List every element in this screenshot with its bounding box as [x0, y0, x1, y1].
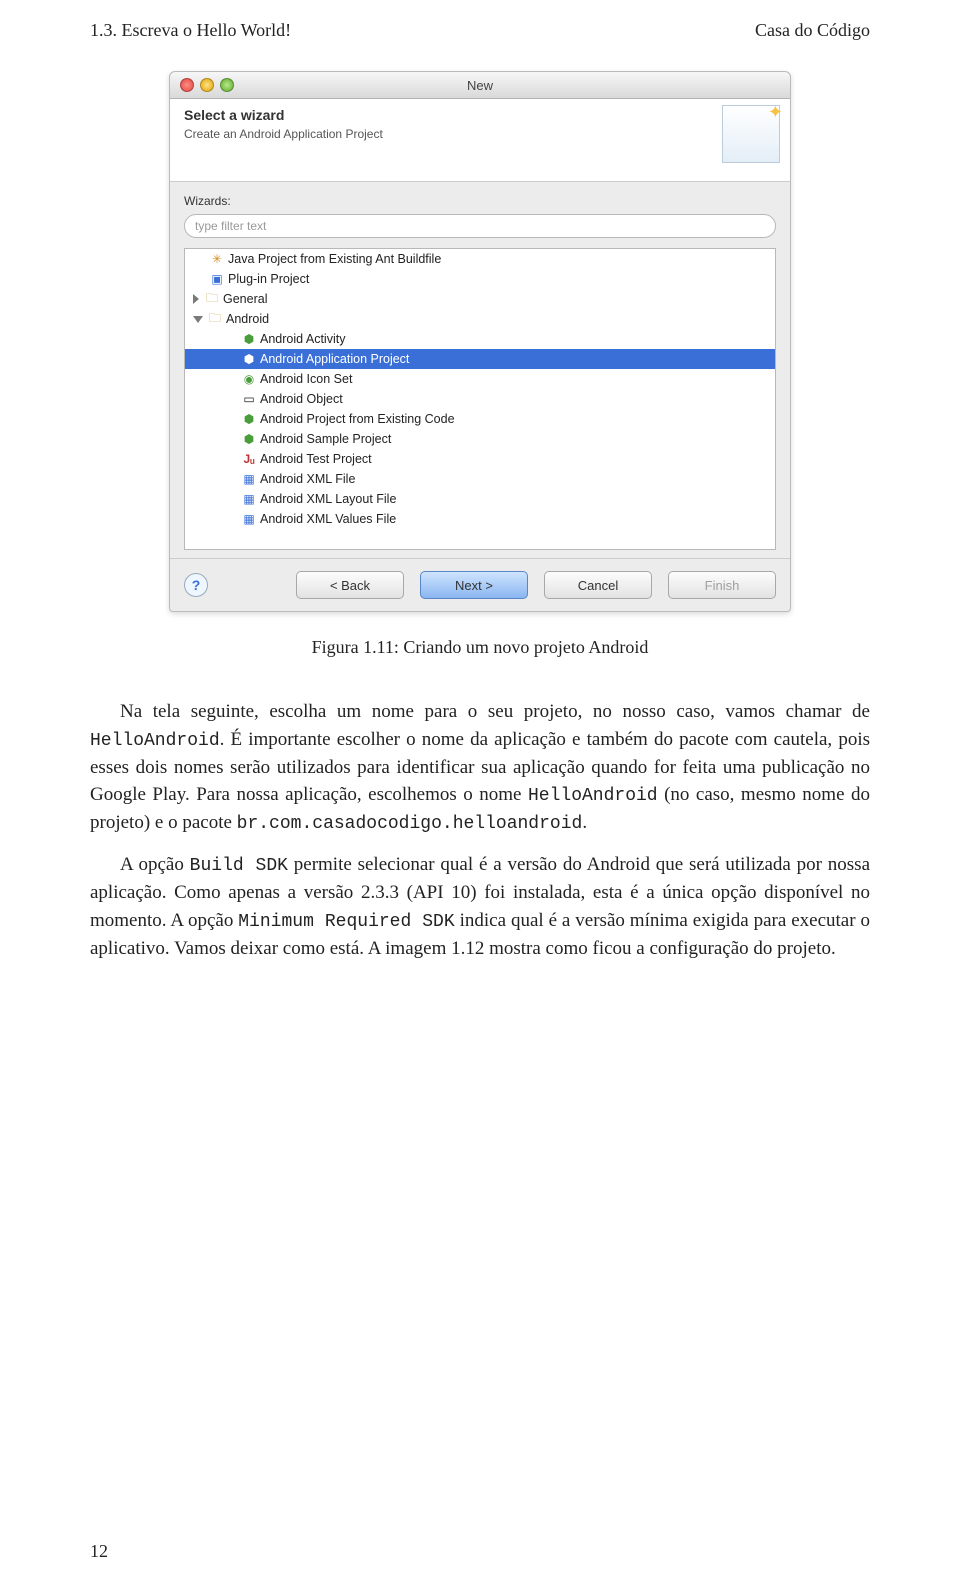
tree-item-label: Android Object [260, 392, 343, 406]
disclosure-closed-icon[interactable] [193, 294, 199, 304]
tree-item-label: Android Icon Set [260, 372, 352, 386]
xml-icon: ▦ [241, 511, 257, 527]
tree-item-label: Android XML File [260, 472, 355, 486]
tree-item[interactable]: ⬢ Android Project from Existing Code [185, 409, 775, 429]
code: Build SDK [190, 856, 288, 876]
plugin-icon: ▣ [209, 271, 225, 287]
dialog-footer: ? < Back Next > Cancel Finish [170, 558, 790, 611]
wizard-icon: ✦ [722, 105, 780, 163]
figure-caption: Figura 1.11: Criando um novo projeto And… [90, 637, 870, 658]
text: A opção [90, 854, 190, 875]
tree-item-label: General [223, 292, 267, 306]
cancel-button[interactable]: Cancel [544, 571, 652, 599]
wizard-dialog: New Select a wizard Create an Android Ap… [169, 71, 791, 612]
code: HelloAndroid [528, 786, 658, 806]
tree-item-label: Android XML Values File [260, 512, 396, 526]
tree-item[interactable]: ⬢ Android Sample Project [185, 429, 775, 449]
tree-item-selected[interactable]: ⬢ Android Application Project [185, 349, 775, 369]
ant-icon: ✳ [209, 251, 225, 267]
filter-input[interactable]: type filter text [184, 214, 776, 238]
tree-item[interactable]: ▦ Android XML Layout File [185, 489, 775, 509]
tree-item-label: Android Sample Project [260, 432, 391, 446]
android-icon: ⬢ [241, 431, 257, 447]
text: . [582, 812, 587, 833]
tree-folder-general[interactable]: 🗀 General [185, 289, 775, 309]
tree-item[interactable]: ◉ Android Icon Set [185, 369, 775, 389]
code: Minimum Required SDK [238, 912, 454, 932]
tree-item-label: Java Project from Existing Ant Buildfile [228, 252, 441, 266]
tree-item[interactable]: ▭ Android Object [185, 389, 775, 409]
folder-icon: 🗀 [207, 311, 223, 327]
tree-item-label: Android XML Layout File [260, 492, 396, 506]
android-icon: ⬢ [241, 351, 257, 367]
wizard-banner: Select a wizard Create an Android Applic… [170, 99, 790, 182]
banner-subtitle: Create an Android Application Project [184, 127, 776, 141]
tree-item[interactable]: ▦ Android XML File [185, 469, 775, 489]
tree-item-label: Android Test Project [260, 452, 372, 466]
next-button[interactable]: Next > [420, 571, 528, 599]
disclosure-open-icon[interactable] [193, 316, 203, 323]
star-icon: ✦ [768, 102, 783, 123]
tree-folder-android[interactable]: 🗀 Android [185, 309, 775, 329]
tree-item-label: Plug-in Project [228, 272, 309, 286]
android-icon: ◉ [241, 371, 257, 387]
junit-icon: Jᵤ [241, 451, 257, 467]
code: br.com.casadocodigo.helloandroid [237, 814, 583, 834]
header-section: 1.3. Escreva o Hello World! [90, 20, 291, 41]
window-title: New [170, 78, 790, 93]
page-number: 12 [90, 1541, 108, 1562]
header-publisher: Casa do Código [755, 20, 870, 41]
code: HelloAndroid [90, 731, 220, 751]
page-header: 1.3. Escreva o Hello World! Casa do Códi… [90, 20, 870, 41]
body-text: Na tela seguinte, escolha um nome para o… [90, 698, 870, 963]
file-icon: ▭ [241, 391, 257, 407]
xml-icon: ▦ [241, 471, 257, 487]
tree-item[interactable]: Jᵤ Android Test Project [185, 449, 775, 469]
tree-item-label: Android Application Project [260, 352, 409, 366]
text: Na tela seguinte, escolha um nome para o… [90, 701, 870, 722]
tree-item-label: Android Activity [260, 332, 345, 346]
window-titlebar: New [170, 72, 790, 99]
tree-item-label: Android [226, 312, 269, 326]
tree-item[interactable]: ✳ Java Project from Existing Ant Buildfi… [185, 249, 775, 269]
tree-item-label: Android Project from Existing Code [260, 412, 455, 426]
banner-title: Select a wizard [184, 107, 776, 123]
android-icon: ⬢ [241, 411, 257, 427]
tree-item[interactable]: ▣ Plug-in Project [185, 269, 775, 289]
finish-button: Finish [668, 571, 776, 599]
tree-item[interactable]: ⬢ Android Activity [185, 329, 775, 349]
folder-icon: 🗀 [204, 291, 220, 307]
tree-item[interactable]: ▦ Android XML Values File [185, 509, 775, 529]
xml-icon: ▦ [241, 491, 257, 507]
wizard-tree[interactable]: ✳ Java Project from Existing Ant Buildfi… [184, 248, 776, 550]
android-icon: ⬢ [241, 331, 257, 347]
wizards-label: Wizards: [184, 194, 776, 208]
back-button[interactable]: < Back [296, 571, 404, 599]
help-icon[interactable]: ? [184, 573, 208, 597]
